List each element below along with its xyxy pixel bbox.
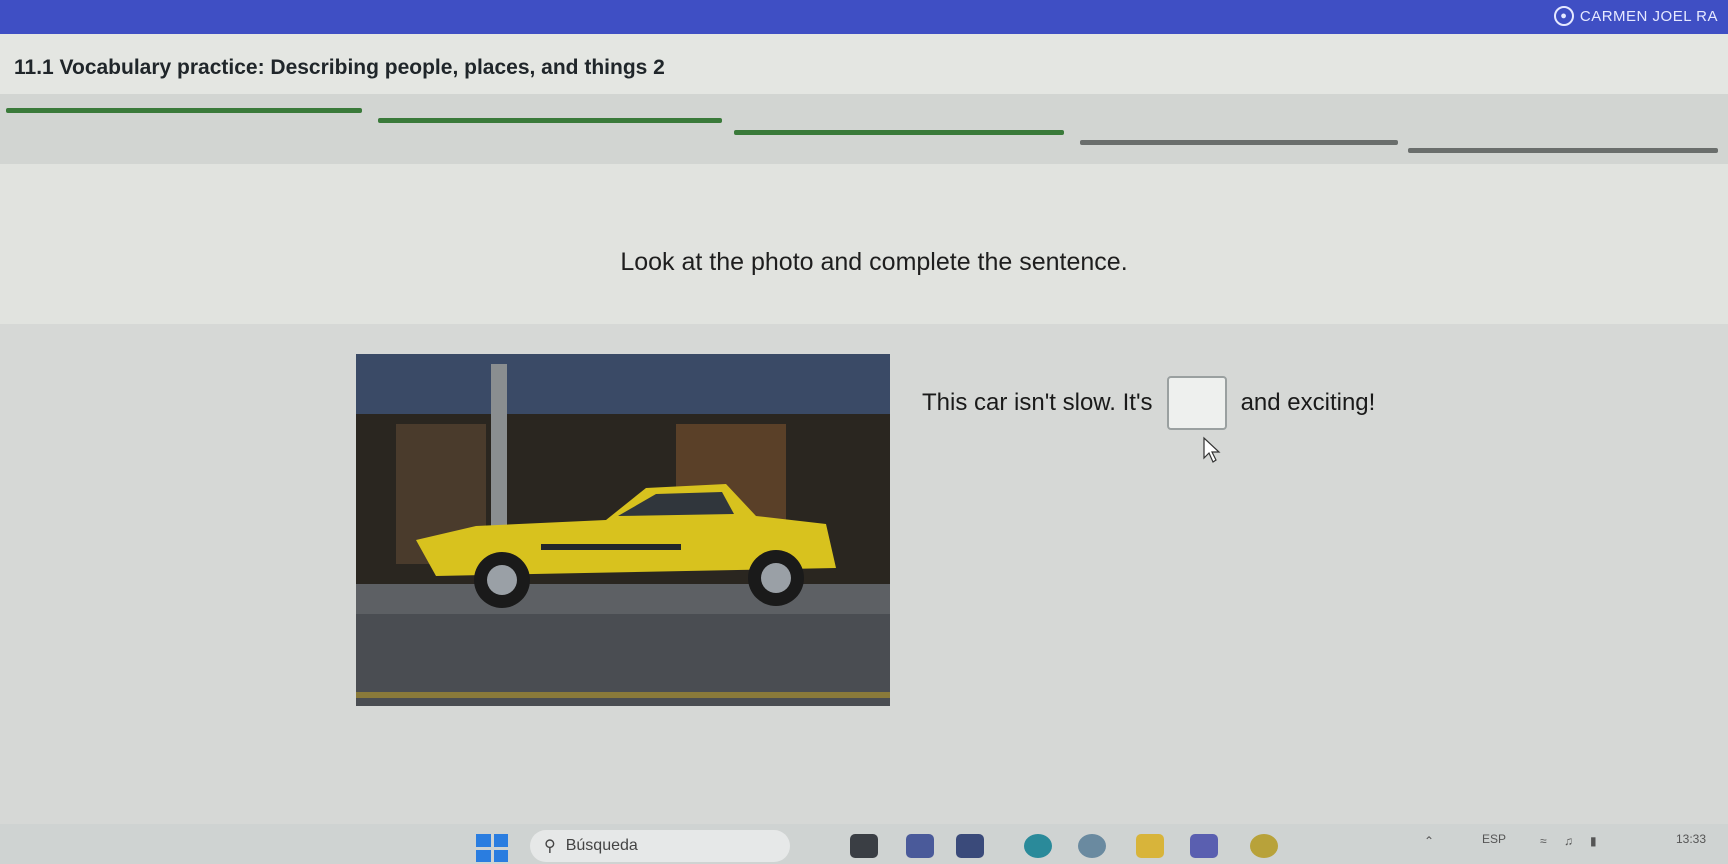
camera-icon[interactable]: [906, 834, 934, 858]
answer-input[interactable]: [1166, 376, 1227, 430]
page-header: 11.1 Vocabulary practice: Describing peo…: [0, 34, 1728, 94]
mouse-cursor-icon: [1203, 436, 1221, 463]
wifi-icon[interactable]: ≈: [1540, 834, 1547, 848]
folder-icon[interactable]: [1136, 834, 1164, 858]
top-bar: ● CARMEN JOEL RA: [0, 0, 1728, 34]
progress-bar: [0, 94, 1728, 164]
page-title: 11.1 Vocabulary practice: Describing peo…: [14, 56, 665, 79]
user-menu[interactable]: ● CARMEN JOEL RA: [1553, 6, 1718, 26]
progress-segment[interactable]: [378, 118, 722, 123]
chevron-up-icon[interactable]: ⌃: [1424, 834, 1434, 848]
search-icon: ⚲: [544, 838, 556, 855]
clock[interactable]: 13:33: [1676, 832, 1706, 846]
progress-segment[interactable]: [734, 130, 1064, 135]
instruction-band: Look at the photo and complete the sente…: [0, 164, 1728, 324]
sentence: This car isn't slow. It's and exciting!: [922, 376, 1375, 430]
windows-start-icon[interactable]: [476, 834, 508, 862]
edge-icon[interactable]: [1024, 834, 1052, 858]
language-indicator[interactable]: ESP: [1482, 832, 1506, 846]
app-icon[interactable]: [850, 834, 878, 858]
user-name: CARMEN JOEL RA: [1579, 7, 1718, 25]
taskbar-search[interactable]: ⚲ Búsqueda: [530, 830, 790, 862]
instruction-text: Look at the photo and complete the sente…: [620, 248, 1128, 276]
store-icon[interactable]: [956, 834, 984, 858]
progress-segment[interactable]: [6, 108, 362, 113]
sentence-after: and exciting!: [1240, 389, 1376, 416]
battery-icon[interactable]: ▮: [1590, 834, 1597, 848]
progress-segment[interactable]: [1080, 140, 1398, 145]
volume-icon[interactable]: ♫: [1564, 834, 1573, 848]
exercise-area: This car isn't slow. It's and exciting!: [0, 324, 1728, 824]
taskbar: ⚲ Búsqueda ⌃ ESP ≈ ♫ ▮ 13:33: [0, 824, 1728, 864]
progress-segment[interactable]: [1408, 148, 1718, 153]
sentence-before: This car isn't slow. It's: [922, 389, 1153, 416]
user-icon: ●: [1553, 6, 1574, 26]
search-app-icon[interactable]: [1078, 834, 1106, 858]
search-placeholder: Búsqueda: [565, 837, 638, 854]
chrome-icon[interactable]: [1250, 834, 1278, 858]
exercise-photo: [356, 354, 890, 706]
teams-icon[interactable]: [1190, 834, 1218, 858]
